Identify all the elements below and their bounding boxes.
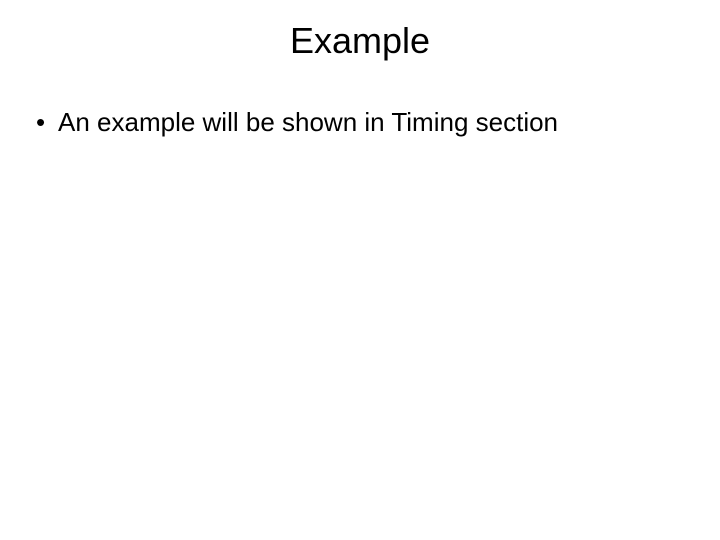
bullet-list: An example will be shown in Timing secti… <box>30 106 660 139</box>
slide-content: An example will be shown in Timing secti… <box>0 106 720 139</box>
bullet-item: An example will be shown in Timing secti… <box>30 106 660 139</box>
slide-title: Example <box>0 20 720 62</box>
slide: Example An example will be shown in Timi… <box>0 0 720 540</box>
